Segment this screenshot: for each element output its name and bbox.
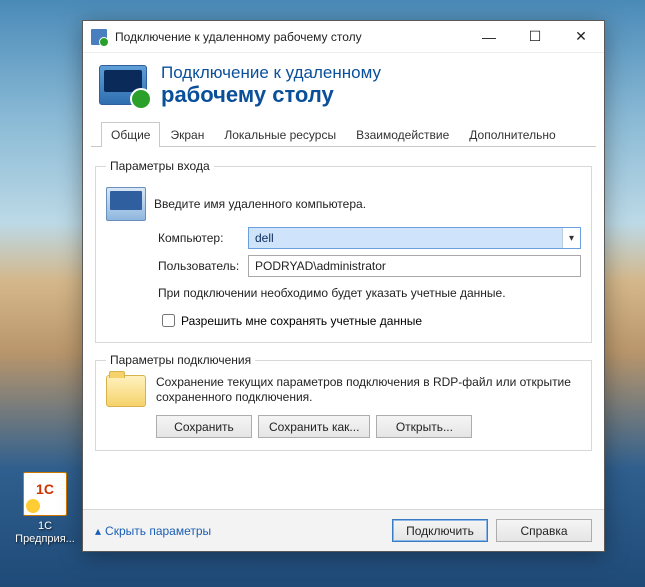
computer-icon: [106, 187, 146, 221]
help-button[interactable]: Справка: [496, 519, 592, 542]
window-title: Подключение к удаленному рабочему столу: [115, 30, 466, 44]
hide-options-link[interactable]: ▴ Скрыть параметры: [95, 524, 211, 538]
rdp-dialog-window: Подключение к удаленному рабочему столу …: [82, 20, 605, 552]
tab-display[interactable]: Экран: [160, 122, 214, 147]
maximize-button[interactable]: ☐: [512, 21, 558, 52]
close-button[interactable]: ✕: [558, 21, 604, 52]
save-button[interactable]: Сохранить: [156, 415, 252, 438]
chevron-down-icon[interactable]: ▾: [562, 228, 580, 248]
save-credentials-checkbox[interactable]: [162, 314, 175, 327]
tab-local-resources[interactable]: Локальные ресурсы: [214, 122, 346, 147]
user-input[interactable]: [248, 255, 581, 277]
tab-general[interactable]: Общие: [101, 122, 160, 147]
connection-group: Параметры подключения Сохранение текущих…: [95, 353, 592, 451]
tab-advanced[interactable]: Дополнительно: [459, 122, 565, 147]
login-group: Параметры входа Введите имя удаленного к…: [95, 159, 592, 343]
tab-strip: Общие Экран Локальные ресурсы Взаимодейс…: [91, 121, 596, 147]
login-intro: Введите имя удаленного компьютера.: [154, 197, 366, 211]
folder-icon: [106, 375, 146, 407]
connection-text: Сохранение текущих параметров подключени…: [156, 375, 581, 405]
hide-options-label: Скрыть параметры: [105, 524, 211, 538]
rdp-header-icon: [99, 65, 147, 105]
chevron-up-icon: ▴: [95, 524, 101, 538]
save-as-button[interactable]: Сохранить как...: [258, 415, 370, 438]
header-line1: Подключение к удаленному: [161, 63, 381, 83]
minimize-button[interactable]: —: [466, 21, 512, 52]
app-icon-1c: [23, 472, 67, 516]
login-legend: Параметры входа: [106, 159, 214, 173]
rdp-title-icon: [91, 29, 107, 45]
tab-content: Параметры входа Введите имя удаленного к…: [83, 147, 604, 469]
dialog-footer: ▴ Скрыть параметры Подключить Справка: [83, 509, 604, 551]
computer-label: Компьютер:: [158, 231, 248, 245]
tab-experience[interactable]: Взаимодействие: [346, 122, 459, 147]
user-label: Пользователь:: [158, 259, 248, 273]
credentials-note: При подключении необходимо будет указать…: [158, 285, 581, 301]
save-credentials-label: Разрешить мне сохранять учетные данные: [181, 314, 422, 328]
connection-legend: Параметры подключения: [106, 353, 255, 367]
open-button[interactable]: Открыть...: [376, 415, 472, 438]
connect-button[interactable]: Подключить: [392, 519, 488, 542]
dialog-header: Подключение к удаленному рабочему столу: [83, 53, 604, 121]
titlebar[interactable]: Подключение к удаленному рабочему столу …: [83, 21, 604, 53]
header-line2: рабочему столу: [161, 83, 381, 107]
desktop-shortcut-label: 1С Предприя...: [14, 520, 76, 546]
computer-input[interactable]: [249, 228, 562, 248]
computer-combobox[interactable]: ▾: [248, 227, 581, 249]
desktop-shortcut-1c[interactable]: 1С Предприя...: [14, 472, 76, 546]
